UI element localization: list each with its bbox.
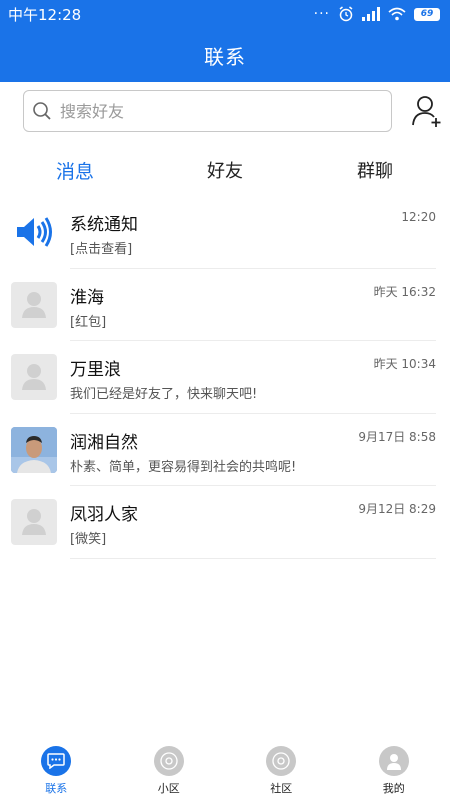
- search-icon: [33, 102, 51, 120]
- status-bar: 中午12:28 ··· 69: [0, 0, 450, 28]
- tab-messages[interactable]: 消息: [0, 150, 150, 190]
- conversation-preview: 我们已经是好友了，快来聊天吧!: [70, 387, 258, 402]
- conversation-name: 万里浪: [70, 360, 121, 380]
- default-avatar-icon: [11, 281, 57, 328]
- conversation-time: 9月17日 8:58: [358, 429, 436, 444]
- speaker-icon: [11, 209, 57, 255]
- search-row: [0, 90, 450, 132]
- default-avatar-icon: [11, 354, 57, 400]
- signal-icon: [362, 7, 380, 21]
- conversation-item[interactable]: 凤羽人家 9月12日 8:29 [微笑]: [0, 486, 450, 559]
- conversation-time: 9月12日 8:29: [358, 502, 436, 516]
- nav-profile[interactable]: 我的: [338, 742, 450, 800]
- conversation-item[interactable]: 万里浪 昨天 10:34 我们已经是好友了，快来聊天吧!: [0, 341, 450, 414]
- conversation-name: 淮海: [70, 287, 104, 308]
- conversation-preview: 朴素、简单，更容易得到社会的共鸣呢!: [70, 459, 297, 475]
- nav-label: 社区: [270, 782, 293, 795]
- photo-avatar: [11, 426, 57, 473]
- nav-district[interactable]: 社区: [225, 742, 338, 800]
- status-time: 中午12:28: [8, 5, 82, 24]
- profile-icon: [378, 746, 409, 776]
- wifi-icon: [388, 7, 406, 21]
- conversation-time: 昨天 16:32: [373, 284, 436, 299]
- conversation-preview: [点击查看]: [70, 242, 133, 257]
- conversation-item[interactable]: 淮海 昨天 16:32 [红包]: [0, 269, 450, 341]
- tab-friends[interactable]: 好友: [150, 150, 300, 190]
- conversation-item[interactable]: 润湘自然 9月17日 8:58 朴素、简单，更容易得到社会的共鸣呢!: [0, 414, 450, 486]
- chat-icon: [41, 746, 72, 776]
- tab-bar: 消息 好友 群聊: [0, 150, 450, 190]
- status-icons: ··· 69: [314, 6, 440, 22]
- nav-contacts[interactable]: 联系: [0, 742, 113, 800]
- conversation-preview: [微笑]: [70, 532, 107, 547]
- header: 联系: [0, 28, 450, 82]
- add-friend-icon[interactable]: [410, 94, 444, 128]
- divider: [70, 557, 436, 559]
- conversation-name: 系统通知: [70, 215, 138, 235]
- conversation-time: 12:20: [401, 210, 436, 224]
- bottom-nav: 联系 小区 社区 我的: [0, 742, 450, 800]
- district-icon: [266, 746, 297, 776]
- alarm-icon: [339, 6, 353, 22]
- nav-label: 我的: [382, 782, 405, 795]
- tab-groups[interactable]: 群聊: [300, 150, 450, 190]
- battery-icon: 69: [414, 7, 440, 21]
- conversation-name: 凤羽人家: [70, 505, 138, 525]
- conversation-time: 昨天 10:34: [373, 357, 436, 371]
- nav-community[interactable]: 小区: [113, 742, 226, 800]
- default-avatar-icon: [11, 499, 57, 545]
- conversation-item[interactable]: 系统通知 12:20 [点击查看]: [0, 196, 450, 269]
- community-icon: [153, 746, 184, 776]
- conversation-name: 润湘自然: [70, 432, 138, 453]
- search-box[interactable]: [23, 90, 392, 132]
- conversation-list: 系统通知 12:20 [点击查看] 淮海 昨天 16:32 [红包] 万里浪 昨…: [0, 196, 450, 559]
- nav-label: 小区: [157, 782, 180, 795]
- conversation-preview: [红包]: [70, 314, 107, 330]
- nav-label: 联系: [45, 782, 68, 795]
- search-input[interactable]: [60, 101, 360, 121]
- page-title: 联系: [204, 44, 246, 69]
- notification-dots: ···: [313, 6, 330, 22]
